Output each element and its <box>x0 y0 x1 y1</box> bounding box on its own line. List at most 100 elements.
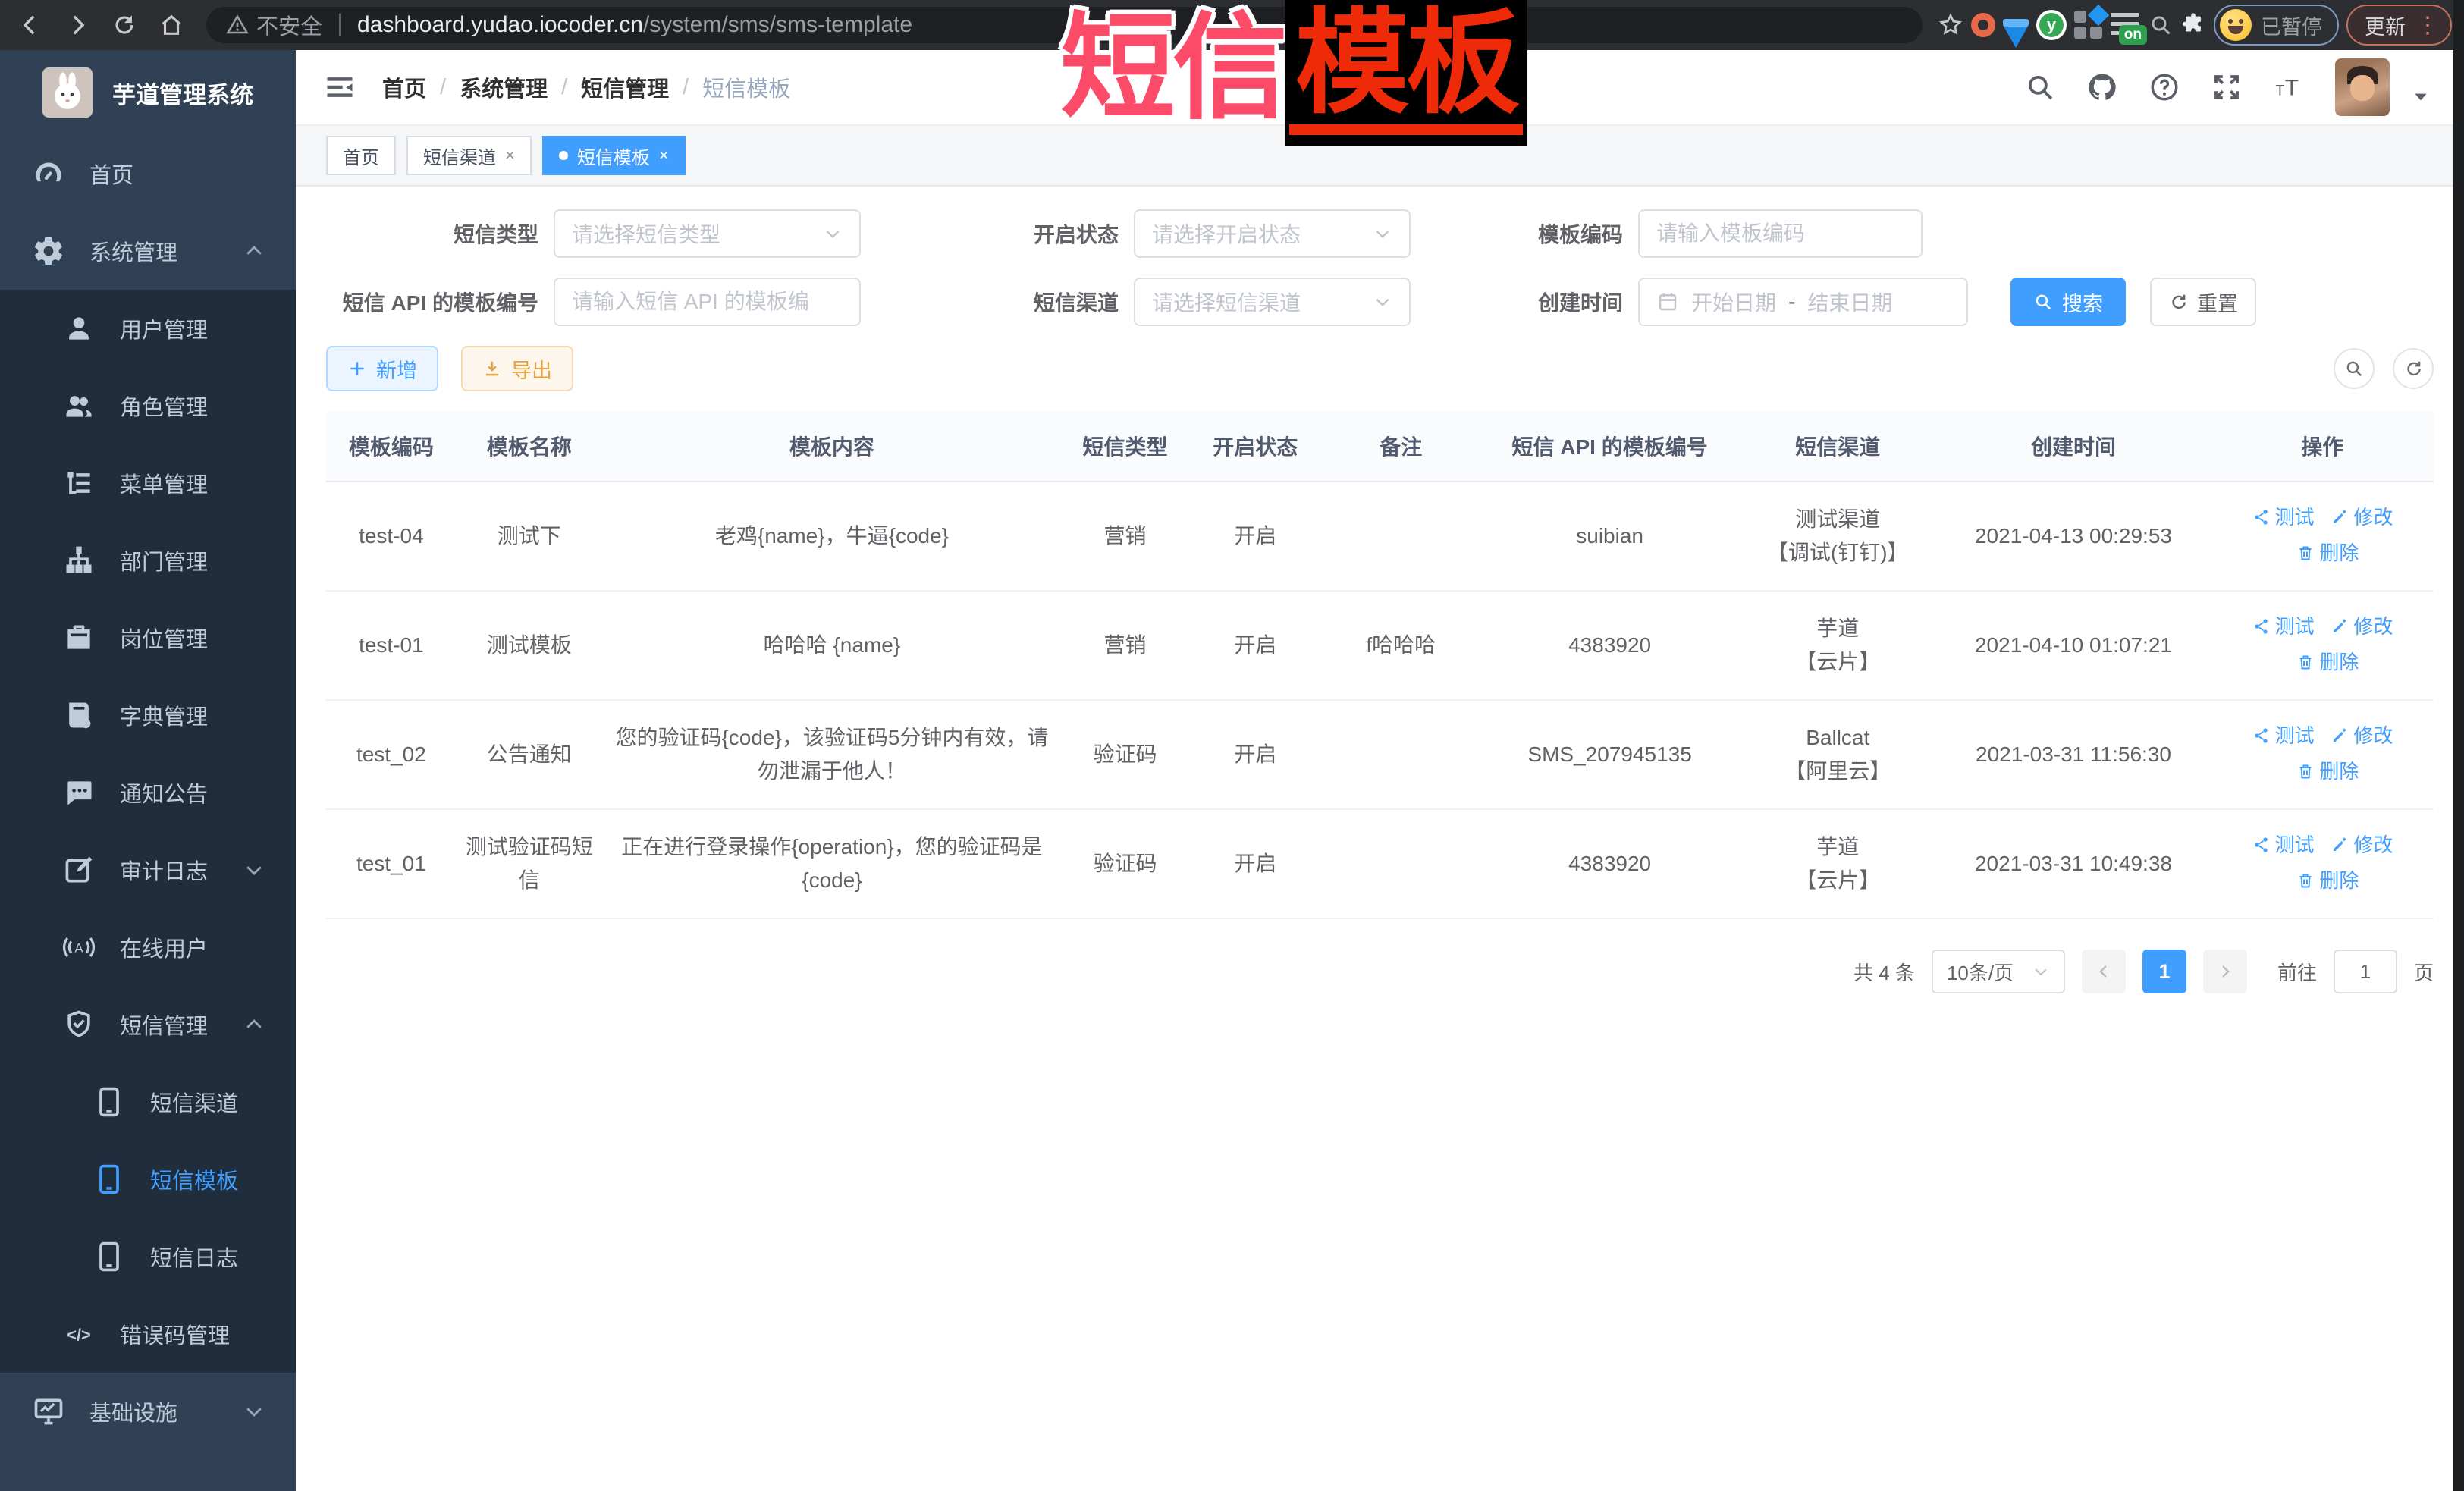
prev-page-button[interactable] <box>2082 950 2126 993</box>
status-select[interactable]: 请选择开启状态 <box>1134 209 1411 258</box>
cell-actions: 测试 修改 删除 <box>2211 591 2434 700</box>
sidebar-item-home[interactable]: 首页 <box>0 135 296 212</box>
sidebar-item-infrastructure[interactable]: 基础设施 <box>0 1373 296 1450</box>
edit-link[interactable]: 修改 <box>2331 501 2393 534</box>
delete-link[interactable]: 删除 <box>2296 536 2359 570</box>
shield-check-icon <box>62 1008 96 1041</box>
browser-forward-button[interactable] <box>58 5 97 45</box>
sms-type-select[interactable]: 请选择短信类型 <box>554 209 861 258</box>
page-size-value: 10条/页 <box>1947 958 2014 986</box>
sidebar-toggle-hamburger-icon[interactable] <box>323 71 356 104</box>
font-size-icon[interactable] <box>2273 71 2305 103</box>
search-button-label: 搜索 <box>2062 287 2103 317</box>
status-placeholder: 请选择开启状态 <box>1152 218 1301 249</box>
bookmark-star-icon[interactable] <box>1938 12 1963 38</box>
extension-gem-icon[interactable] <box>2003 2 2029 48</box>
delete-link[interactable]: 删除 <box>2296 755 2359 788</box>
sidebar-item-menu-mgmt[interactable]: 菜单管理 <box>0 444 296 522</box>
app-header: 首页 / 系统管理 / 短信管理 / 短信模板 <box>296 50 2464 126</box>
security-label: 不安全 <box>256 9 322 41</box>
close-icon[interactable]: × <box>505 146 515 165</box>
sidebar-item-post-mgmt[interactable]: 岗位管理 <box>0 599 296 676</box>
chevron-down-icon <box>243 859 265 881</box>
table-toolbar: 新增 导出 <box>326 346 2434 391</box>
edit-link[interactable]: 修改 <box>2331 828 2393 862</box>
sidebar-item-sms-mgmt[interactable]: 短信管理 <box>0 986 296 1063</box>
page-size-select[interactable]: 10条/页 <box>1932 950 2065 993</box>
cell-actions: 测试 修改 删除 <box>2211 482 2434 591</box>
sidebar-logo[interactable]: 芋道管理系统 <box>0 50 296 135</box>
sidebar-item-audit-log[interactable]: 审计日志 <box>0 831 296 909</box>
trash-icon <box>2296 762 2315 780</box>
sidebar-item-dict-mgmt[interactable]: 字典管理 <box>0 676 296 754</box>
add-button[interactable]: 新增 <box>326 346 438 391</box>
fullscreen-icon[interactable] <box>2211 71 2243 103</box>
col-header: 备注 <box>1323 411 1480 482</box>
tab-sms-template[interactable]: 短信模板 × <box>542 136 686 175</box>
extension-magnifier-icon[interactable] <box>2149 13 2173 37</box>
browser-home-button[interactable] <box>152 5 191 45</box>
breadcrumb-item[interactable]: 系统管理 <box>460 71 548 103</box>
github-icon[interactable] <box>2086 71 2118 103</box>
sidebar-item-role-mgmt[interactable]: 角色管理 <box>0 367 296 444</box>
browser-back-button[interactable] <box>11 5 50 45</box>
extension-orange-icon[interactable] <box>1971 13 1995 37</box>
test-link[interactable]: 测试 <box>2252 610 2315 643</box>
breadcrumb-item[interactable]: 首页 <box>382 71 426 103</box>
sidebar-item-sms-log[interactable]: 短信日志 <box>0 1218 296 1295</box>
cell-remark: f哈哈哈 <box>1323 591 1480 700</box>
test-link[interactable]: 测试 <box>2252 828 2315 862</box>
search-icon[interactable] <box>2024 71 2056 103</box>
sidebar-item-system[interactable]: 系统管理 <box>0 212 296 290</box>
delete-link[interactable]: 删除 <box>2296 864 2359 897</box>
search-button[interactable]: 搜索 <box>2010 278 2126 326</box>
close-icon[interactable]: × <box>659 146 669 165</box>
security-status[interactable]: 不安全 <box>226 9 322 41</box>
edit-link[interactable]: 修改 <box>2331 719 2393 752</box>
channel-select[interactable]: 请选择短信渠道 <box>1134 278 1411 326</box>
test-link[interactable]: 测试 <box>2252 719 2315 752</box>
edit-link[interactable]: 修改 <box>2331 610 2393 643</box>
next-page-button[interactable] <box>2203 950 2247 993</box>
browser-profile-button[interactable]: 已暂停 <box>2214 5 2339 46</box>
sidebar-item-announcement[interactable]: 通知公告 <box>0 754 296 831</box>
chevron-right-icon <box>2216 962 2234 981</box>
browser-reload-button[interactable] <box>105 5 144 45</box>
browser-menu-dots-icon[interactable]: ⋮ <box>2416 12 2440 39</box>
refresh-icon <box>2403 359 2423 378</box>
sidebar-item-dept-mgmt[interactable]: 部门管理 <box>0 522 296 599</box>
reset-button[interactable]: 重置 <box>2150 278 2256 326</box>
download-icon <box>482 359 502 378</box>
page-number-1[interactable]: 1 <box>2142 950 2186 993</box>
trash-icon <box>2296 544 2315 562</box>
sidebar-item-error-code[interactable]: 错误码管理 <box>0 1295 296 1373</box>
cell-channel: Ballcat【阿里云】 <box>1740 700 1935 809</box>
sidebar-item-sms-template[interactable]: 短信模板 <box>0 1141 296 1218</box>
breadcrumb-item[interactable]: 短信管理 <box>581 71 669 103</box>
user-avatar[interactable] <box>2335 58 2390 116</box>
extensions-puzzle-icon[interactable] <box>2180 12 2206 38</box>
sidebar-item-label: 短信模板 <box>150 1163 238 1195</box>
extension-list-icon[interactable]: on <box>2111 11 2141 39</box>
tab-home[interactable]: 首页 <box>326 136 396 175</box>
toggle-search-button[interactable] <box>2334 348 2375 389</box>
help-icon[interactable] <box>2149 71 2180 103</box>
create-time-range-picker[interactable]: 开始日期 - 结束日期 <box>1638 278 1968 326</box>
export-button[interactable]: 导出 <box>461 346 573 391</box>
goto-page-input[interactable] <box>2334 950 2397 993</box>
address-bar[interactable]: 不安全 dashboard.yudao.iocoder.cn/system/sm… <box>206 7 1923 43</box>
caret-down-icon[interactable] <box>2411 87 2431 107</box>
sidebar-item-user-mgmt[interactable]: 用户管理 <box>0 290 296 367</box>
tags-view-bar: 首页 短信渠道 × 短信模板 × <box>296 126 2464 187</box>
delete-link[interactable]: 删除 <box>2296 645 2359 679</box>
sidebar-item-online-users[interactable]: 在线用户 <box>0 909 296 986</box>
tab-sms-channel[interactable]: 短信渠道 × <box>406 136 532 175</box>
test-link[interactable]: 测试 <box>2252 501 2315 534</box>
refresh-table-button[interactable] <box>2393 348 2434 389</box>
template-code-input[interactable] <box>1638 209 1923 258</box>
browser-update-button[interactable]: 更新 ⋮ <box>2346 5 2452 46</box>
sidebar-item-sms-channel[interactable]: 短信渠道 <box>0 1063 296 1141</box>
extension-grid-icon[interactable] <box>2074 11 2103 39</box>
extension-yudao-icon[interactable]: y <box>2036 10 2067 40</box>
api-template-id-input[interactable] <box>554 278 861 326</box>
